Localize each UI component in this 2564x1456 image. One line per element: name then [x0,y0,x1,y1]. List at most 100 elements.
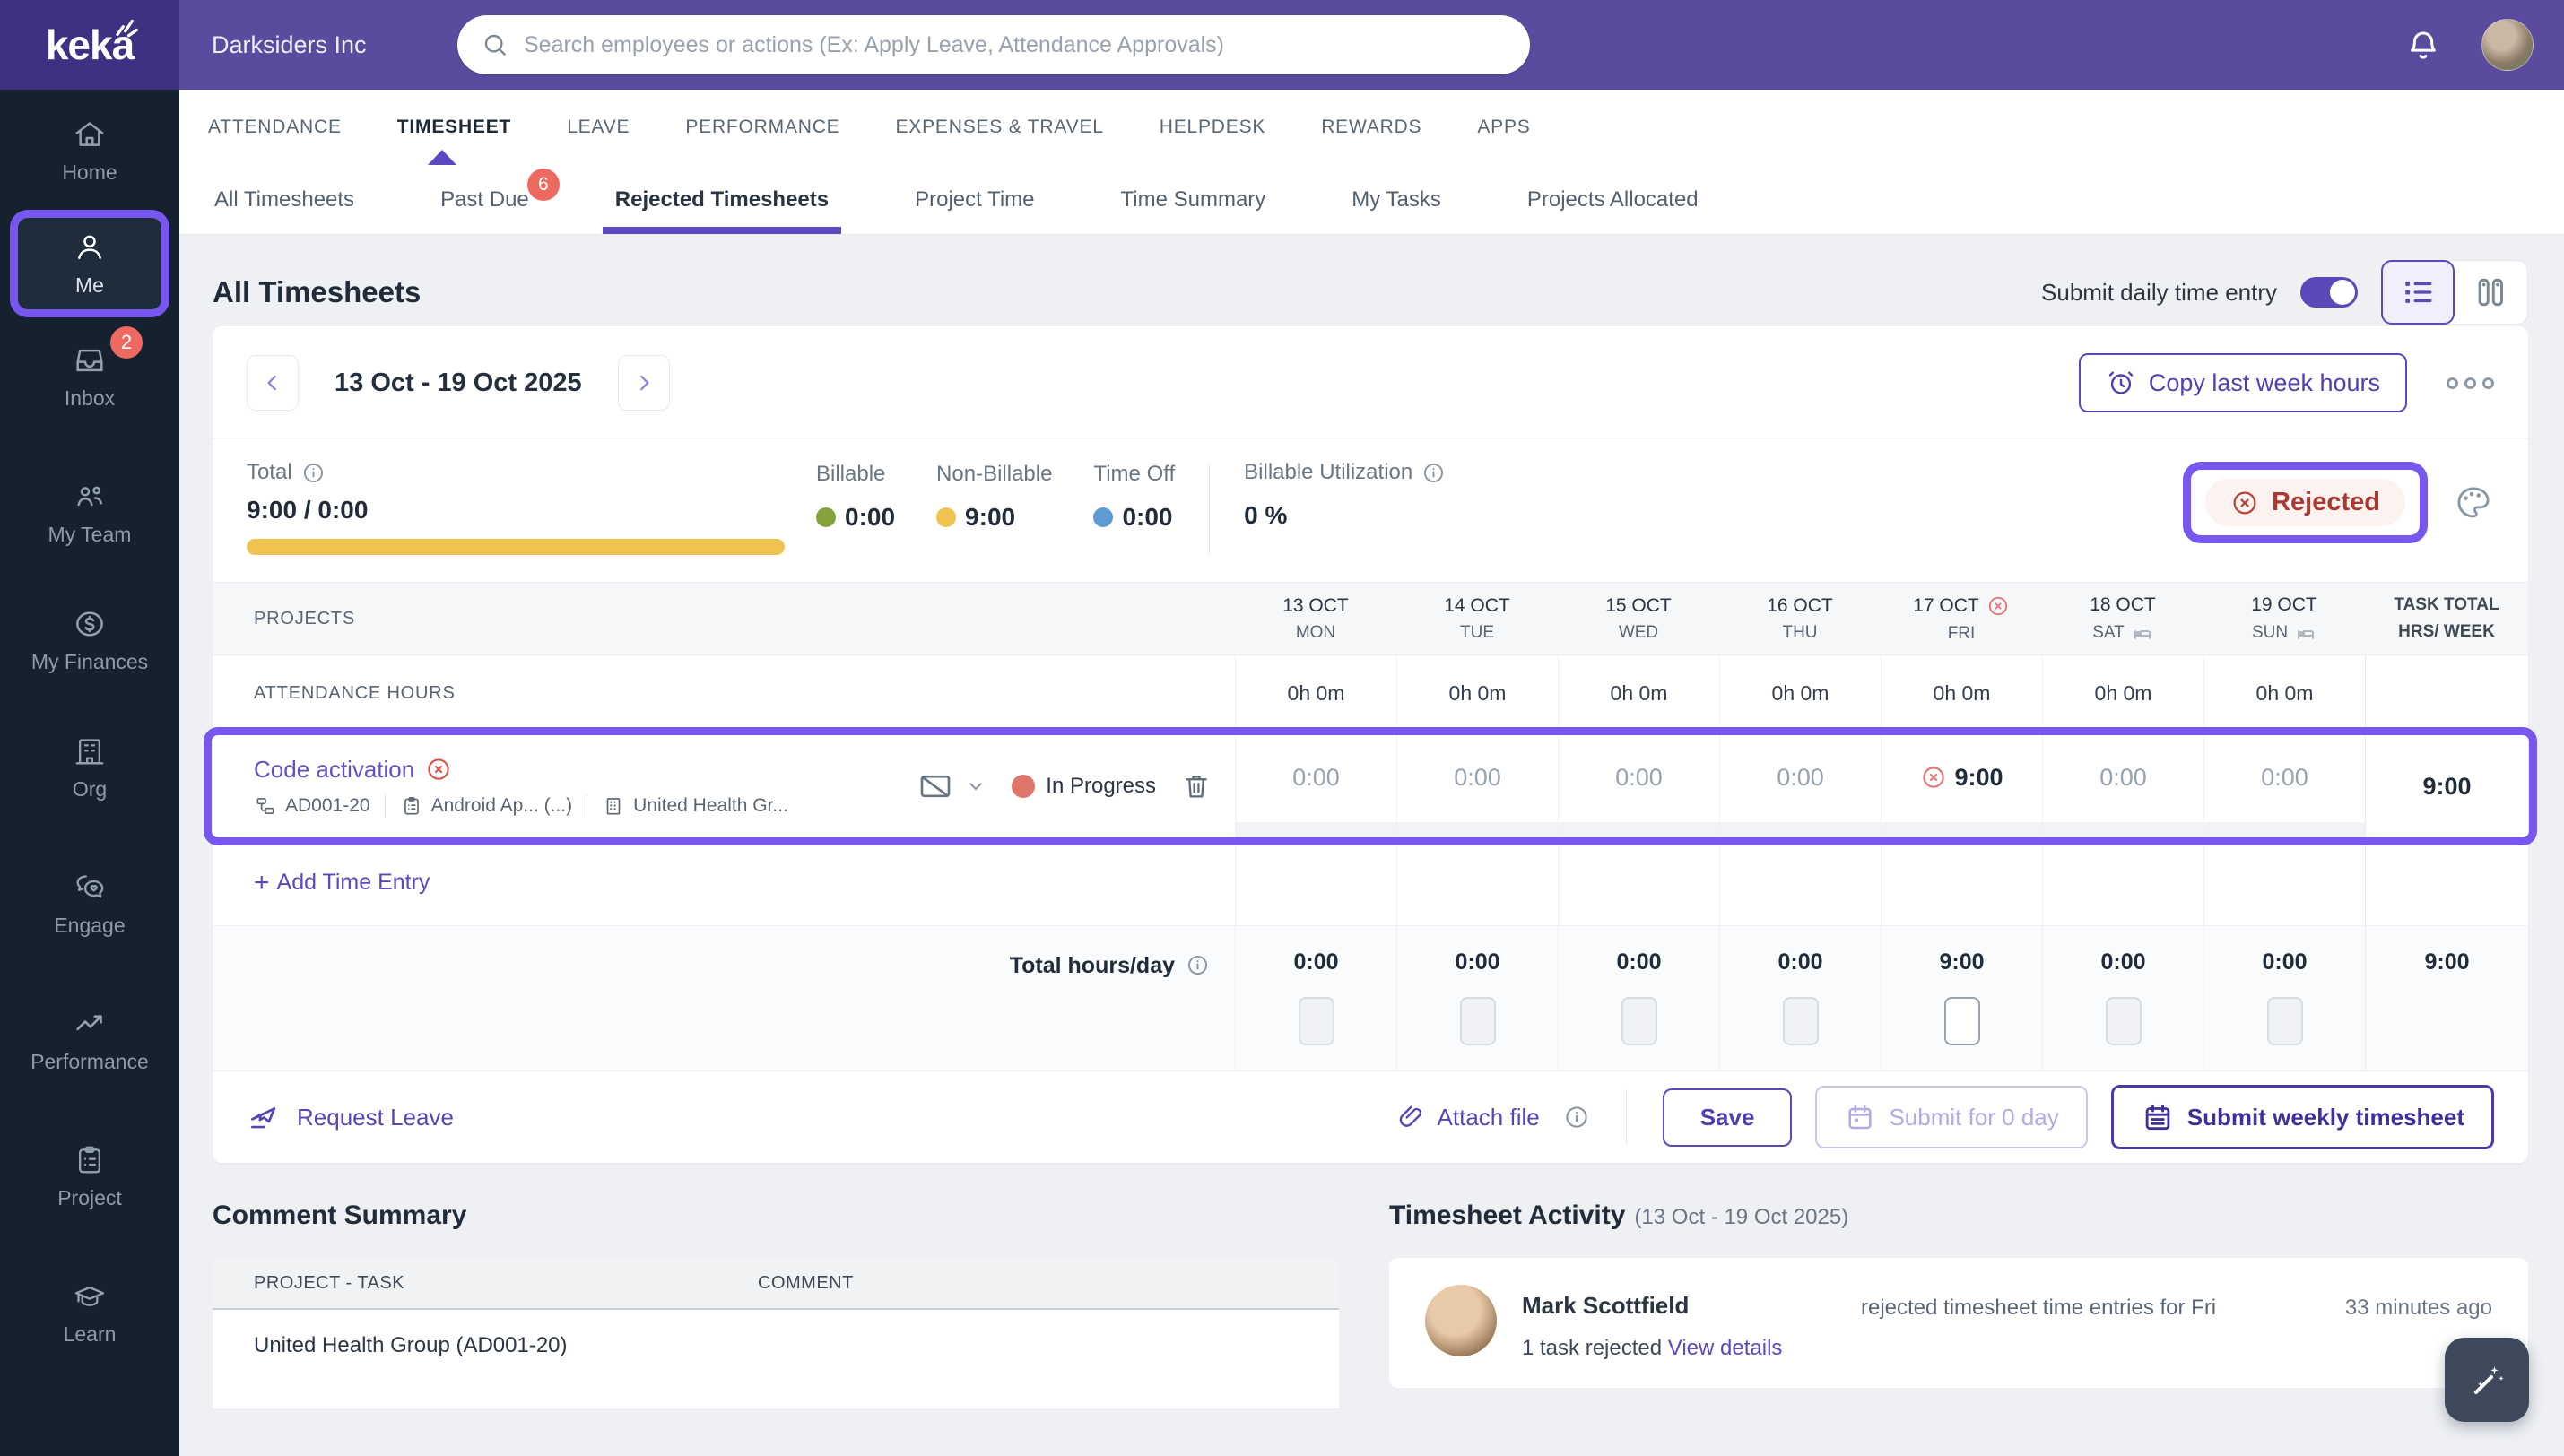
day-header-thu: 16 OCT THU [1767,594,1833,642]
subtab-time-summary[interactable]: Time Summary [1121,165,1266,234]
day-submit-checkbox[interactable] [2105,997,2142,1045]
list-view-button[interactable] [2381,260,2455,325]
task-name-link[interactable]: Code activation [254,756,915,784]
alarm-clock-icon [2106,368,2136,398]
team-icon [72,479,108,515]
time-entry-cell[interactable]: 0:00 [1559,732,1719,822]
paperclip-icon [1396,1102,1427,1132]
day-submit-checkbox[interactable] [2266,997,2303,1045]
palette-icon[interactable] [2453,482,2494,524]
sidebar-item-inbox[interactable]: 2 Inbox [13,326,166,427]
sidebar-item-project[interactable]: Project [13,1126,166,1226]
day-header-sun: 19 OCT SUN [2251,594,2317,642]
save-button[interactable]: Save [1662,1088,1793,1147]
time-entry-cell[interactable]: 0:00 [1720,732,1881,822]
sidebar-item-org[interactable]: Org [13,717,166,818]
attendance-hours-label: ATTENDANCE HOURS [254,683,456,703]
logo-spark-icon [113,16,140,39]
tab-expenses-travel[interactable]: EXPENSES & TRAVEL [896,117,1104,138]
sidebar-item-learn[interactable]: Learn [13,1262,166,1363]
delete-row-icon[interactable] [1181,771,1212,802]
tab-leave[interactable]: LEAVE [567,117,630,138]
activity-date-range: (13 Oct - 19 Oct 2025) [1634,1205,1849,1229]
weekly-off-icon [2132,622,2153,644]
inbox-count-badge: 2 [110,326,143,359]
next-week-button[interactable] [617,355,670,411]
day-submit-checkbox[interactable] [1459,997,1496,1045]
task-status-dropdown[interactable]: In Progress [1012,774,1156,799]
clipboard-small-icon [400,794,423,818]
tab-attendance[interactable]: ATTENDANCE [208,117,342,138]
subtab-project-time[interactable]: Project Time [915,165,1034,234]
billable-dot [816,507,836,527]
sidebar-item-my-team[interactable]: My Team [13,463,166,563]
time-entry-cell[interactable]: 0:00 [2043,732,2203,822]
day-header-fri: 17 OCT FRI [1881,583,2042,654]
sidebar-item-my-finances[interactable]: My Finances [13,590,166,690]
subtab-my-tasks[interactable]: My Tasks [1352,165,1441,234]
copy-last-week-button[interactable]: Copy last week hours [2078,353,2407,412]
main-nav: ATTENDANCE TIMESHEET LEAVE PERFORMANCE E… [179,90,2564,165]
leave-plane-icon [247,1100,281,1134]
sidebar-item-home[interactable]: Home [13,100,166,201]
view-switcher [2381,260,2528,325]
week-range: 13 Oct - 19 Oct 2025 [335,368,582,397]
rejected-status-highlight: Rejected [2183,462,2428,543]
day-submit-checkbox-friday[interactable] [1943,997,1980,1045]
comment-summary-table: PROJECT - TASK COMMENT United Health Gro… [213,1258,1339,1408]
tab-performance[interactable]: PERFORMANCE [685,117,839,138]
time-entry-cell-rejected[interactable]: 9:00 [1882,732,2042,822]
clipboard-icon [72,1142,108,1178]
top-bar: keka Darksiders Inc [0,0,2564,90]
tab-rewards[interactable]: REWARDS [1321,117,1421,138]
view-details-link[interactable]: View details [1668,1336,1783,1360]
past-due-count-badge: 6 [526,169,560,201]
task-total-column-header: TASK TOTAL HRS/ WEEK [2394,595,2499,641]
assistant-wand-button[interactable] [2445,1338,2529,1422]
sidebar-item-me[interactable]: Me [10,210,169,317]
subtask-icon [254,794,277,818]
info-icon [1421,461,1446,485]
notifications-bell-icon[interactable] [2404,27,2442,65]
daily-entry-toggle[interactable] [2300,277,2358,308]
billable-type-dropdown[interactable] [915,768,986,804]
sidebar-item-label: Home [62,160,117,184]
submit-for-day-button[interactable]: Submit for 0 day [1815,1086,2088,1148]
activity-detail: 1 task rejected [1522,1336,1663,1360]
search-input[interactable] [524,31,1507,58]
time-entry-cell[interactable]: 0:00 [1236,732,1396,822]
day-submit-checkbox[interactable] [1621,997,1657,1045]
day-submit-checkbox[interactable] [1782,997,1819,1045]
tab-helpdesk[interactable]: HELPDESK [1160,117,1265,138]
billable-utilization-stat: Billable Utilization 0 % [1244,460,1446,530]
tab-apps[interactable]: APPS [1477,117,1530,138]
submit-weekly-timesheet-button[interactable]: Submit weekly timesheet [2110,1085,2494,1149]
column-view-button[interactable] [2454,261,2527,324]
day-header-wed: 15 OCT WED [1605,594,1672,642]
col-header-project-task: PROJECT - TASK [254,1272,405,1293]
keka-logo[interactable]: keka [0,0,179,90]
global-search[interactable] [457,15,1530,74]
subtab-rejected-timesheets[interactable]: Rejected Timesheets [602,165,842,234]
subtab-projects-allocated[interactable]: Projects Allocated [1527,165,1699,234]
page-title: All Timesheets [213,275,422,308]
request-leave-button[interactable]: Request Leave [247,1100,454,1134]
sidebar-item-engage[interactable]: Engage [13,854,166,954]
day-header-sat: 18 OCT SAT [2090,594,2156,644]
time-entry-cell[interactable]: 0:00 [1397,732,1558,822]
dollar-icon [72,606,108,642]
graduation-cap-icon [72,1278,108,1314]
time-off-stat: Time Off 0:00 [1093,462,1176,531]
attach-file-button[interactable]: Attach file [1396,1102,1540,1132]
non-billable-stat: Non-Billable 9:00 [936,462,1053,531]
subtab-past-due[interactable]: Past Due 6 [440,165,560,234]
day-submit-checkbox[interactable] [1298,997,1334,1045]
more-options-icon[interactable] [2447,377,2494,389]
subtab-all-timesheets[interactable]: All Timesheets [214,165,354,234]
user-avatar[interactable] [2481,19,2534,71]
tab-timesheet[interactable]: TIMESHEET [397,117,511,138]
time-entry-cell[interactable]: 0:00 [2204,732,2365,822]
previous-week-button[interactable] [247,355,299,411]
add-time-entry-button[interactable]: + Add Time Entry [213,840,1235,925]
sidebar-item-performance[interactable]: Performance [13,990,166,1090]
